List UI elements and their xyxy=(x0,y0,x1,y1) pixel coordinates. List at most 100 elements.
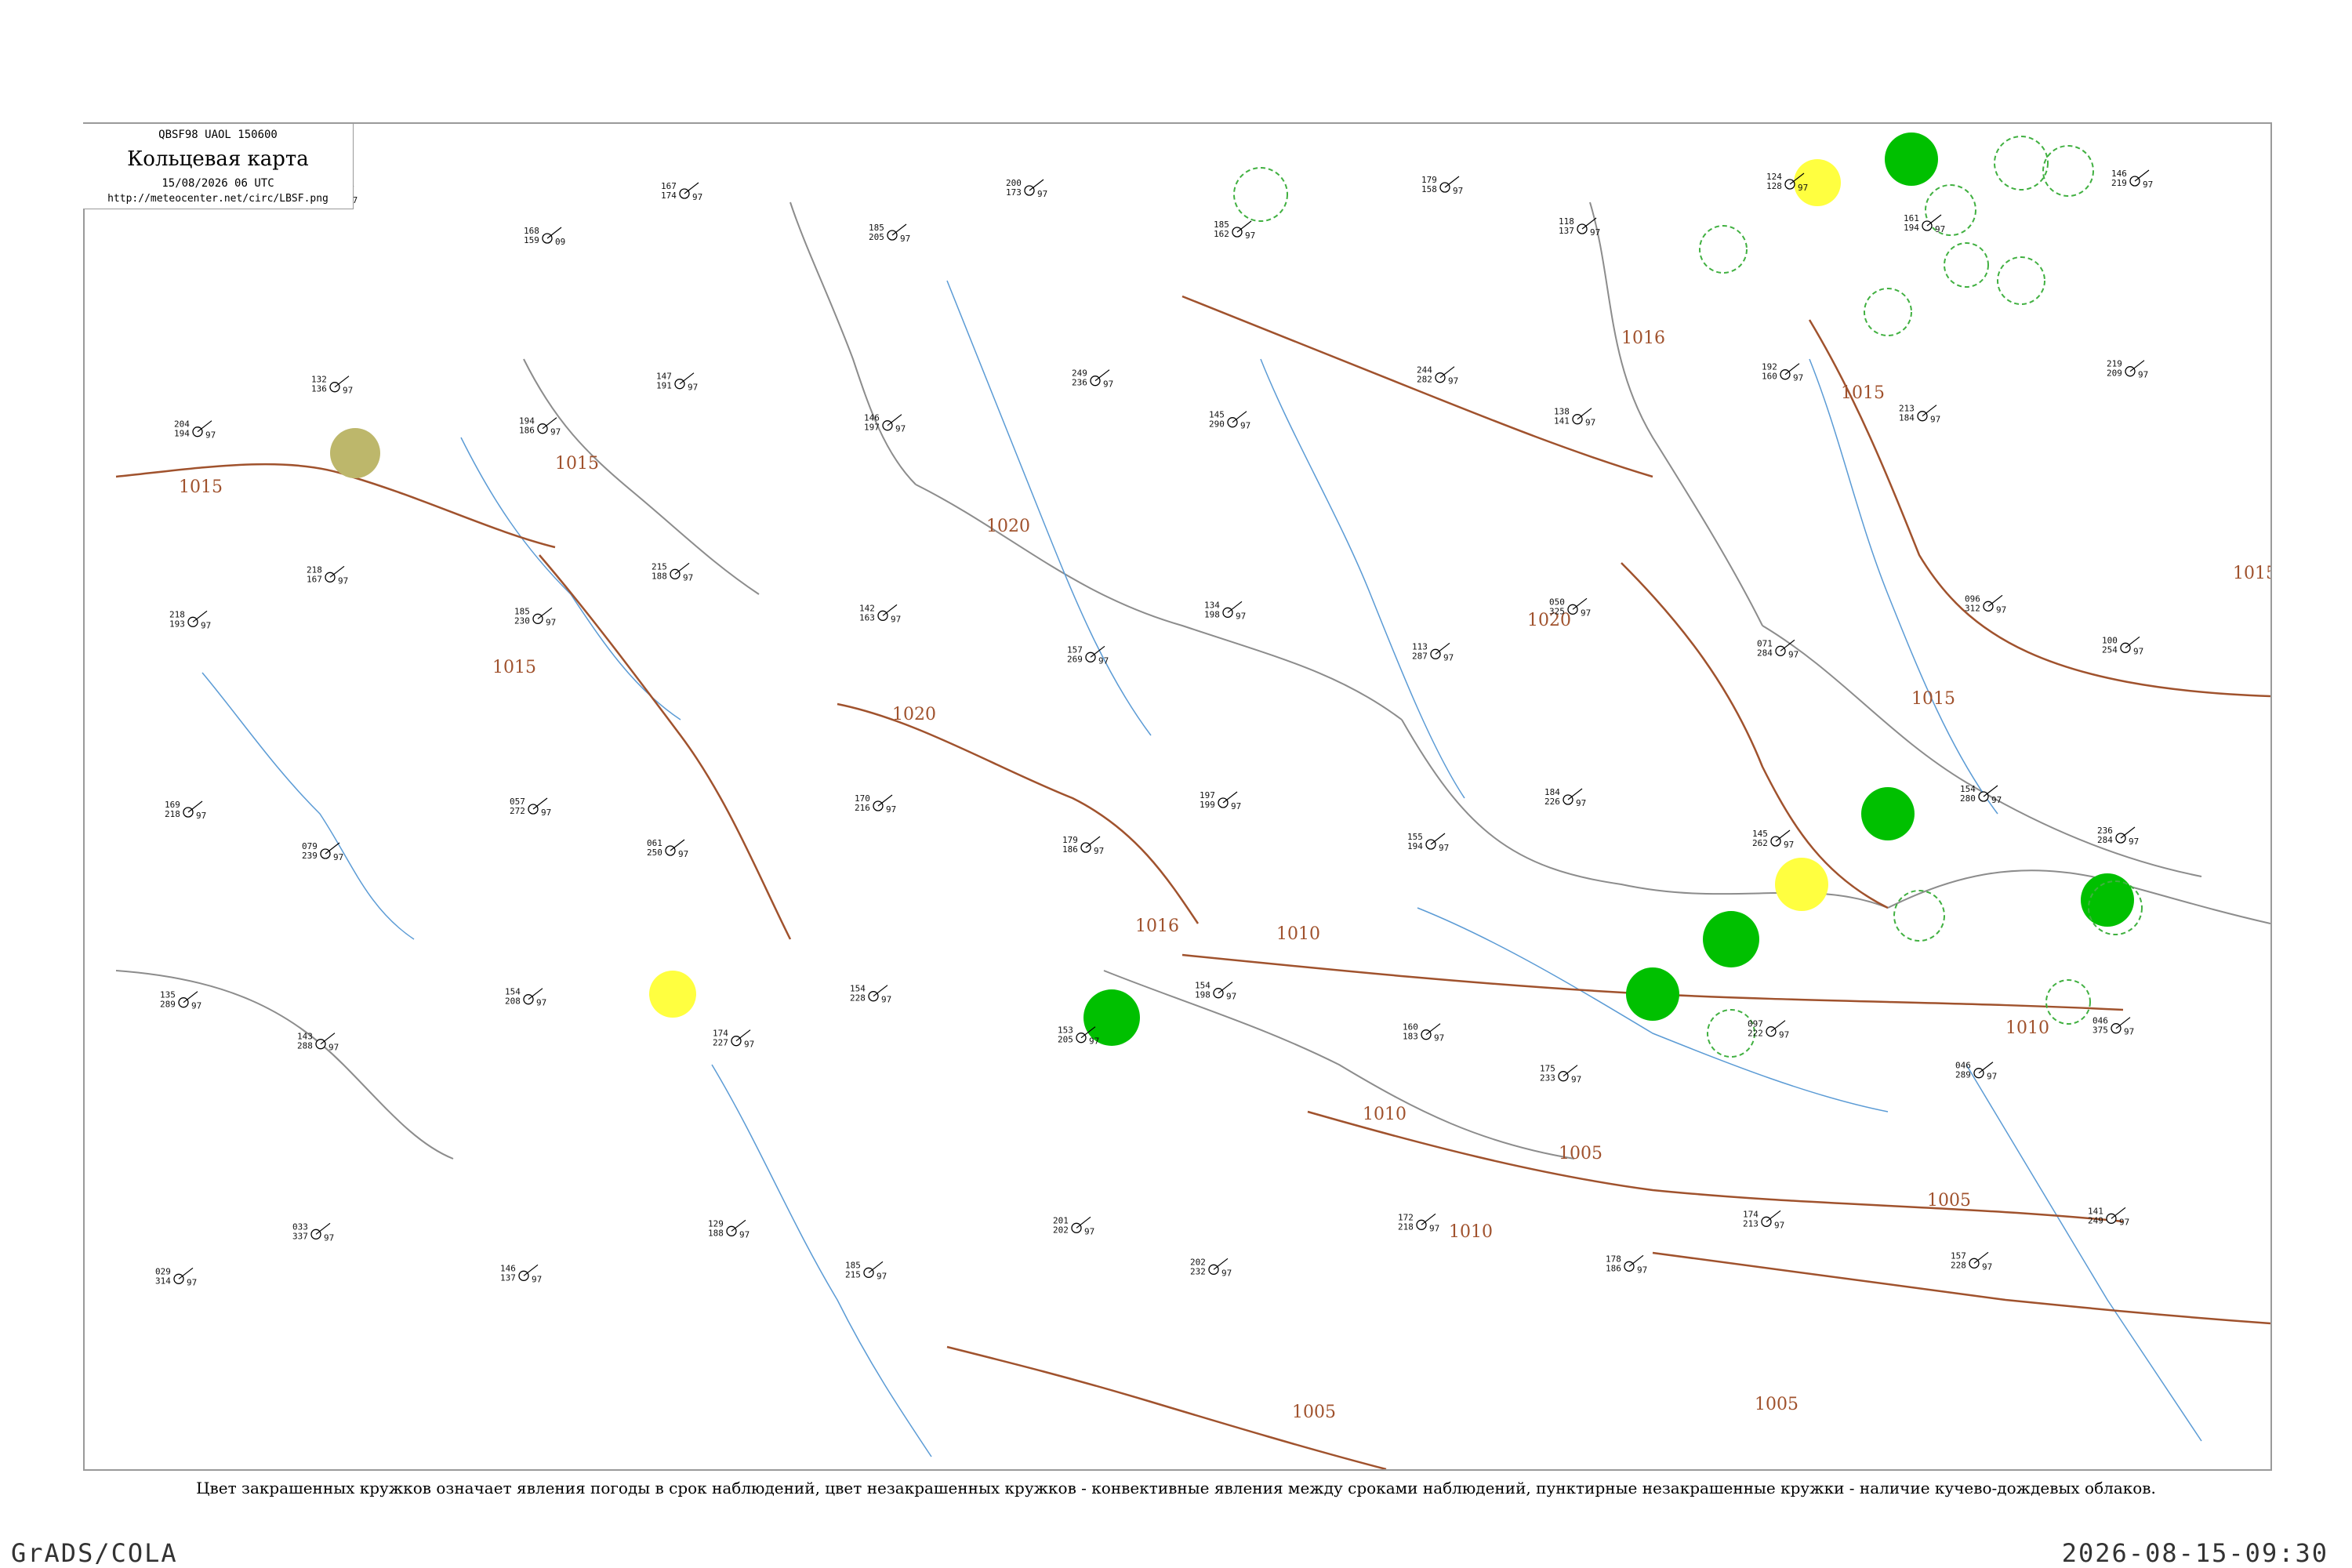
station-temperature: 269 xyxy=(1067,654,1083,664)
weather-circle xyxy=(1861,787,1915,840)
river-line xyxy=(1965,1064,2202,1442)
cb-ring xyxy=(1925,184,1976,236)
station-dewpoint: 97 xyxy=(1448,376,1458,387)
station-dewpoint: 97 xyxy=(1037,189,1047,199)
station-dewpoint: 97 xyxy=(550,427,561,437)
station-dewpoint: 97 xyxy=(1434,1033,1444,1044)
station-dewpoint: 97 xyxy=(1098,655,1109,666)
isobar-label: 1005 xyxy=(1292,1403,1336,1422)
isobar-label: 1005 xyxy=(1755,1395,1798,1414)
station-plot: 202232 97 xyxy=(1190,1257,1232,1278)
station-temperature: 236 xyxy=(1072,378,1087,388)
station-plot: 142163 97 xyxy=(859,603,901,624)
station-plot: 147191 97 xyxy=(656,372,698,393)
weather-map: 1015101510151020102010201015101610151010… xyxy=(108,132,2270,1469)
station-plot: 218167 97 xyxy=(307,564,348,586)
weather-circles xyxy=(330,132,2143,1058)
station-plot: 154228 97 xyxy=(850,984,891,1005)
station-dewpoint: 97 xyxy=(201,620,211,630)
station-plot: 174213 97 xyxy=(1743,1209,1784,1230)
station-plot: 185205 97 xyxy=(869,223,910,244)
cb-ring xyxy=(1994,136,2049,191)
station-dewpoint: 97 xyxy=(1236,611,1246,621)
station-plot: 071284 97 xyxy=(1757,638,1798,659)
station-plot: 201202 97 xyxy=(1053,1215,1094,1236)
isobar-label: 1015 xyxy=(555,454,599,474)
station-temperature: 287 xyxy=(1412,651,1428,661)
station-plot: 146137 97 xyxy=(500,1263,542,1284)
station-plot: 219209 97 xyxy=(2107,359,2148,380)
station-dewpoint: 97 xyxy=(1784,840,1794,850)
station-plot: 029314 97 xyxy=(155,1266,197,1287)
station-dewpoint: 97 xyxy=(343,386,353,396)
station-temperature: 184 xyxy=(1899,413,1915,423)
weather-circle xyxy=(1626,967,1679,1021)
station-plot: 153205 97 xyxy=(1058,1025,1099,1047)
station-dewpoint: 97 xyxy=(1982,1261,1992,1272)
cb-ring xyxy=(2042,145,2094,197)
station-plot: 169218 97 xyxy=(165,800,206,821)
station-plot: 154280 97 xyxy=(1960,784,2002,805)
station-dewpoint: 97 xyxy=(338,575,348,586)
station-temperature: 186 xyxy=(519,426,535,436)
station-plot: 170216 97 xyxy=(855,793,896,815)
weather-circle xyxy=(1885,132,1938,186)
station-dewpoint: 97 xyxy=(881,995,891,1005)
isobar-label: 1015 xyxy=(2233,564,2270,583)
station-temperature: 183 xyxy=(1403,1032,1418,1042)
station-temperature: 230 xyxy=(514,615,530,626)
station-plot: 154198 97 xyxy=(1195,981,1236,1002)
station-temperature: 227 xyxy=(713,1038,728,1048)
station-temperature: 186 xyxy=(1606,1263,1621,1273)
weather-circle xyxy=(1775,858,1828,911)
isobar-label: 1015 xyxy=(1911,689,1955,709)
station-temperature: 222 xyxy=(1748,1029,1763,1039)
station-temperature: 239 xyxy=(302,851,318,861)
station-temperature: 186 xyxy=(1062,844,1078,855)
station-temperature: 137 xyxy=(500,1272,516,1283)
station-temperature: 284 xyxy=(2097,835,2113,845)
isobar-label: 1016 xyxy=(1135,916,1179,936)
station-dewpoint: 97 xyxy=(1637,1265,1647,1275)
isobar-line xyxy=(1621,562,1889,909)
station-plot: 146219 97 xyxy=(2111,169,2153,190)
weather-circle xyxy=(330,428,380,478)
station-dewpoint: 97 xyxy=(1439,843,1449,853)
station-plot: 143288 97 xyxy=(297,1032,339,1053)
station-dewpoint: 97 xyxy=(1930,415,1940,425)
border-line xyxy=(1103,970,1575,1160)
station-dewpoint: 97 xyxy=(1793,373,1803,383)
title-box: QBSF98 UAOL 150600 Кольцевая карта 15/08… xyxy=(83,124,354,209)
station-temperature: 137 xyxy=(1559,226,1574,236)
isobar-label: 1020 xyxy=(986,517,1030,536)
station-temperature: 228 xyxy=(1951,1260,1966,1270)
station-dewpoint: 97 xyxy=(1094,846,1104,856)
station-dewpoint: 09 xyxy=(555,237,565,247)
station-dewpoint: 97 xyxy=(1084,1226,1094,1236)
station-plot: 179158 97 xyxy=(1421,175,1463,196)
bulletin-code: QBSF98 UAOL 150600 xyxy=(158,129,278,141)
station-plot: 079239 97 xyxy=(302,841,343,862)
station-temperature: 197 xyxy=(864,423,880,433)
station-dewpoint: 97 xyxy=(191,1001,201,1011)
station-dewpoint: 97 xyxy=(1089,1036,1099,1047)
station-dewpoint: 97 xyxy=(891,614,901,624)
source-url[interactable]: http://meteocenter.net/circ/LBSF.png xyxy=(83,193,353,205)
station-temperature: 232 xyxy=(1190,1266,1206,1276)
station-plot: 132136 97 xyxy=(311,375,353,396)
station-dewpoint: 97 xyxy=(886,804,896,815)
station-plot: 061250 97 xyxy=(647,838,688,859)
isobar-label: 1005 xyxy=(1927,1191,1971,1210)
station-temperature: 209 xyxy=(2107,368,2122,379)
station-plot: 145290 97 xyxy=(1209,410,1250,431)
station-plot: 161194 97 xyxy=(1904,213,1945,234)
station-dewpoint: 97 xyxy=(1221,1268,1232,1278)
station-dewpoint: 97 xyxy=(1798,183,1808,193)
station-dewpoint: 97 xyxy=(688,383,698,393)
station-plot: 100254 97 xyxy=(2102,635,2143,656)
station-temperature: 215 xyxy=(845,1269,861,1279)
station-dewpoint: 97 xyxy=(1245,230,1255,241)
station-plot: 113287 97 xyxy=(1412,641,1454,662)
station-plot: 097222 97 xyxy=(1748,1019,1789,1040)
map-datetime: 15/08/2026 06 UTC xyxy=(162,177,274,190)
